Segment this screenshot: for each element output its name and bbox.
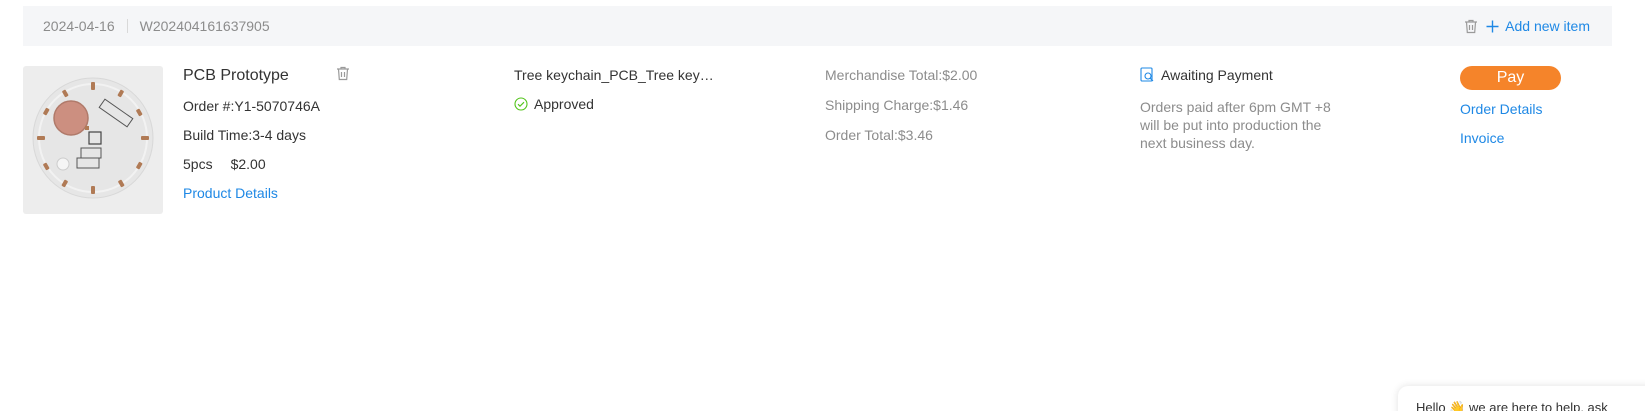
- price: $2.00: [230, 156, 266, 172]
- order-total: Order Total:$3.46: [825, 127, 933, 143]
- production-note: Orders paid after 6pm GMT +8 will be put…: [1140, 99, 1331, 151]
- order-header: 2024-04-16 W202404161637905 Add new item: [23, 6, 1612, 46]
- chat-widget[interactable]: Hello 👋 we are here to help, ask: [1398, 386, 1645, 411]
- pay-button[interactable]: Pay: [1460, 66, 1561, 90]
- check-circle-icon: [514, 97, 528, 111]
- order-number: W202404161637905: [139, 18, 270, 34]
- order-actions: Pay Order Details Invoice: [1460, 66, 1561, 146]
- order-date: 2024-04-16: [43, 18, 115, 34]
- order-totals: Merchandise Total:$2.00 Shipping Charge:…: [825, 67, 977, 157]
- search-document-icon: [1140, 67, 1154, 82]
- quantity-price: 5pcs $2.00: [183, 156, 383, 172]
- product-details-link[interactable]: Product Details: [183, 185, 383, 201]
- file-status: Approved: [514, 96, 719, 112]
- payment-state: Awaiting Payment: [1140, 67, 1350, 83]
- plus-icon: [1486, 20, 1499, 32]
- header-actions: Add new item: [1464, 18, 1590, 34]
- file-name: Tree keychain_PCB_Tree keychain: [514, 67, 719, 83]
- status-label: Approved: [534, 96, 594, 112]
- shipping-charge: Shipping Charge:$1.46: [825, 97, 969, 113]
- product-thumbnail[interactable]: [23, 66, 163, 214]
- payment-state-label: Awaiting Payment: [1161, 67, 1273, 83]
- build-time: Build Time:3-4 days: [183, 127, 306, 143]
- payment-status: Awaiting Payment Orders paid after 6pm G…: [1140, 67, 1350, 152]
- trash-icon[interactable]: [1464, 19, 1478, 34]
- quantity: 5pcs: [183, 156, 213, 172]
- add-new-item-label: Add new item: [1505, 18, 1590, 34]
- product-title: PCB Prototype: [183, 67, 289, 84]
- order-id: Order #:Y1-5070746A: [183, 98, 320, 114]
- chat-greeting: Hello 👋 we are here to help, ask: [1416, 400, 1608, 411]
- add-new-item-button[interactable]: Add new item: [1486, 18, 1590, 34]
- invoice-link[interactable]: Invoice: [1460, 130, 1561, 146]
- divider: [126, 19, 128, 33]
- file-info: Tree keychain_PCB_Tree keychain Approved: [514, 67, 719, 112]
- trash-icon[interactable]: [336, 66, 350, 86]
- product-info: PCB Prototype Order #:Y1-5070746A Build …: [183, 67, 383, 214]
- merchandise-total: Merchandise Total:$2.00: [825, 67, 978, 83]
- order-details-link[interactable]: Order Details: [1460, 101, 1561, 117]
